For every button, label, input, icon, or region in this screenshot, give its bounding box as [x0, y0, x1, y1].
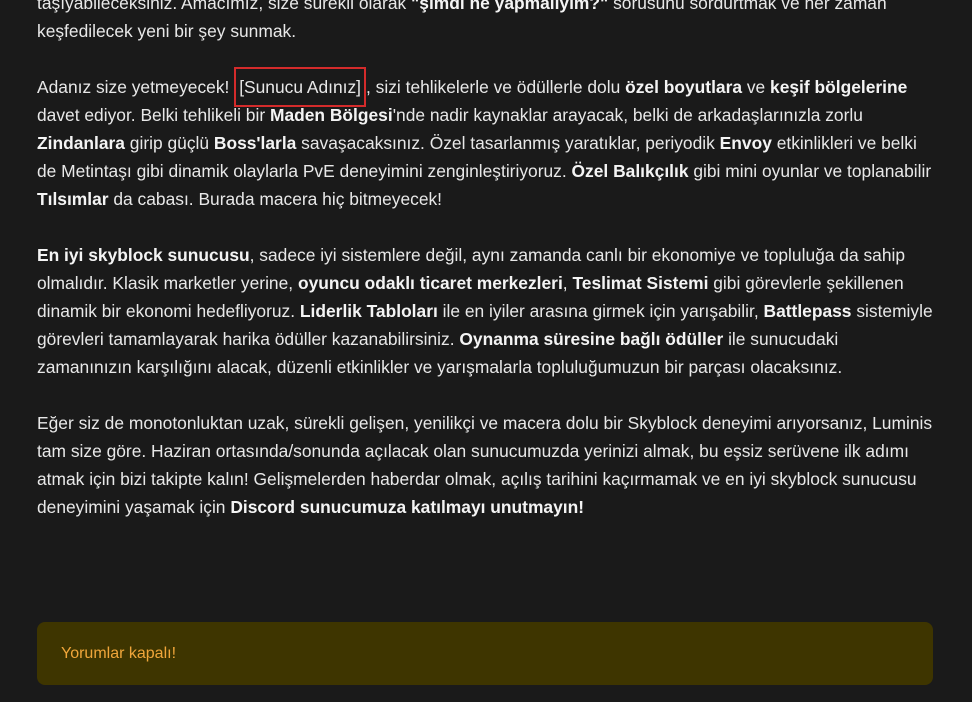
bold-text: oyuncu odaklı ticaret merkezleri — [297, 273, 563, 293]
bold-text: Boss'larla — [213, 133, 297, 153]
bold-text: Battlepass — [763, 301, 852, 321]
text-span: , — [562, 273, 573, 293]
highlighted-server-name: [Sunucu Adınız] — [234, 67, 367, 107]
page: taşıyabileceksiniz. Amacımız, size sürek… — [0, 0, 972, 702]
bold-text: Maden Bölgesi — [269, 105, 393, 125]
text-span: taşıyabileceksiniz. Amacımız, size sürek… — [37, 0, 412, 13]
text-span: da cabası. Burada macera hiç bitmeyecek! — [108, 189, 443, 209]
comments-closed-notice: Yorumlar kapalı! — [37, 622, 933, 685]
text-span: gibi mini oyunlar ve toplanabilir — [688, 161, 932, 181]
bold-text: Oynanma süresine bağlı ödüller — [459, 329, 724, 349]
bold-text: Liderlik Tabloları — [299, 301, 438, 321]
paragraph-dimensions: Adanız size yetmeyecek! [Sunucu Adınız],… — [37, 67, 937, 213]
bold-text: Zindanlara — [37, 133, 125, 153]
article-body: taşıyabileceksiniz. Amacımız, size sürek… — [37, 0, 937, 549]
text-span: Adanız size yetmeyecek! — [37, 77, 235, 97]
text-span: girip güçlü — [124, 133, 214, 153]
text-span: davet ediyor. Belki tehlikeli bir — [37, 105, 270, 125]
bold-text: "şimdi ne yapmalıyım?" — [411, 0, 609, 13]
bold-text: Discord sunucumuza katılmayı unutmayın! — [230, 497, 584, 517]
bold-text: Teslimat Sistemi — [572, 273, 709, 293]
bold-text: keşif bölgelerine — [770, 77, 908, 97]
text-span: , sizi tehlikelerle ve ödüllerle dolu — [366, 77, 626, 97]
paragraph-economy: En iyi skyblock sunucusu, sadece iyi sis… — [37, 241, 937, 381]
bold-text: Özel Balıkçılık — [571, 161, 689, 181]
bold-text: Tılsımlar — [37, 189, 109, 209]
text-span: savaşacaksınız. Özel tasarlanmış yaratık… — [296, 133, 720, 153]
text-span: ve — [742, 77, 771, 97]
paragraph-intro-tail: taşıyabileceksiniz. Amacımız, size sürek… — [37, 0, 937, 45]
bold-text: Envoy — [719, 133, 772, 153]
bold-text: En iyi skyblock sunucusu — [37, 245, 250, 265]
paragraph-closing: Eğer siz de monotonluktan uzak, sürekli … — [37, 409, 937, 521]
notice-text: Yorumlar kapalı! — [61, 644, 177, 662]
text-span: 'nde nadir kaynaklar arayacak, belki de … — [392, 105, 863, 125]
text-span: ile en iyiler arasına girmek için yarışa… — [437, 301, 764, 321]
bold-text: özel boyutlara — [625, 77, 743, 97]
